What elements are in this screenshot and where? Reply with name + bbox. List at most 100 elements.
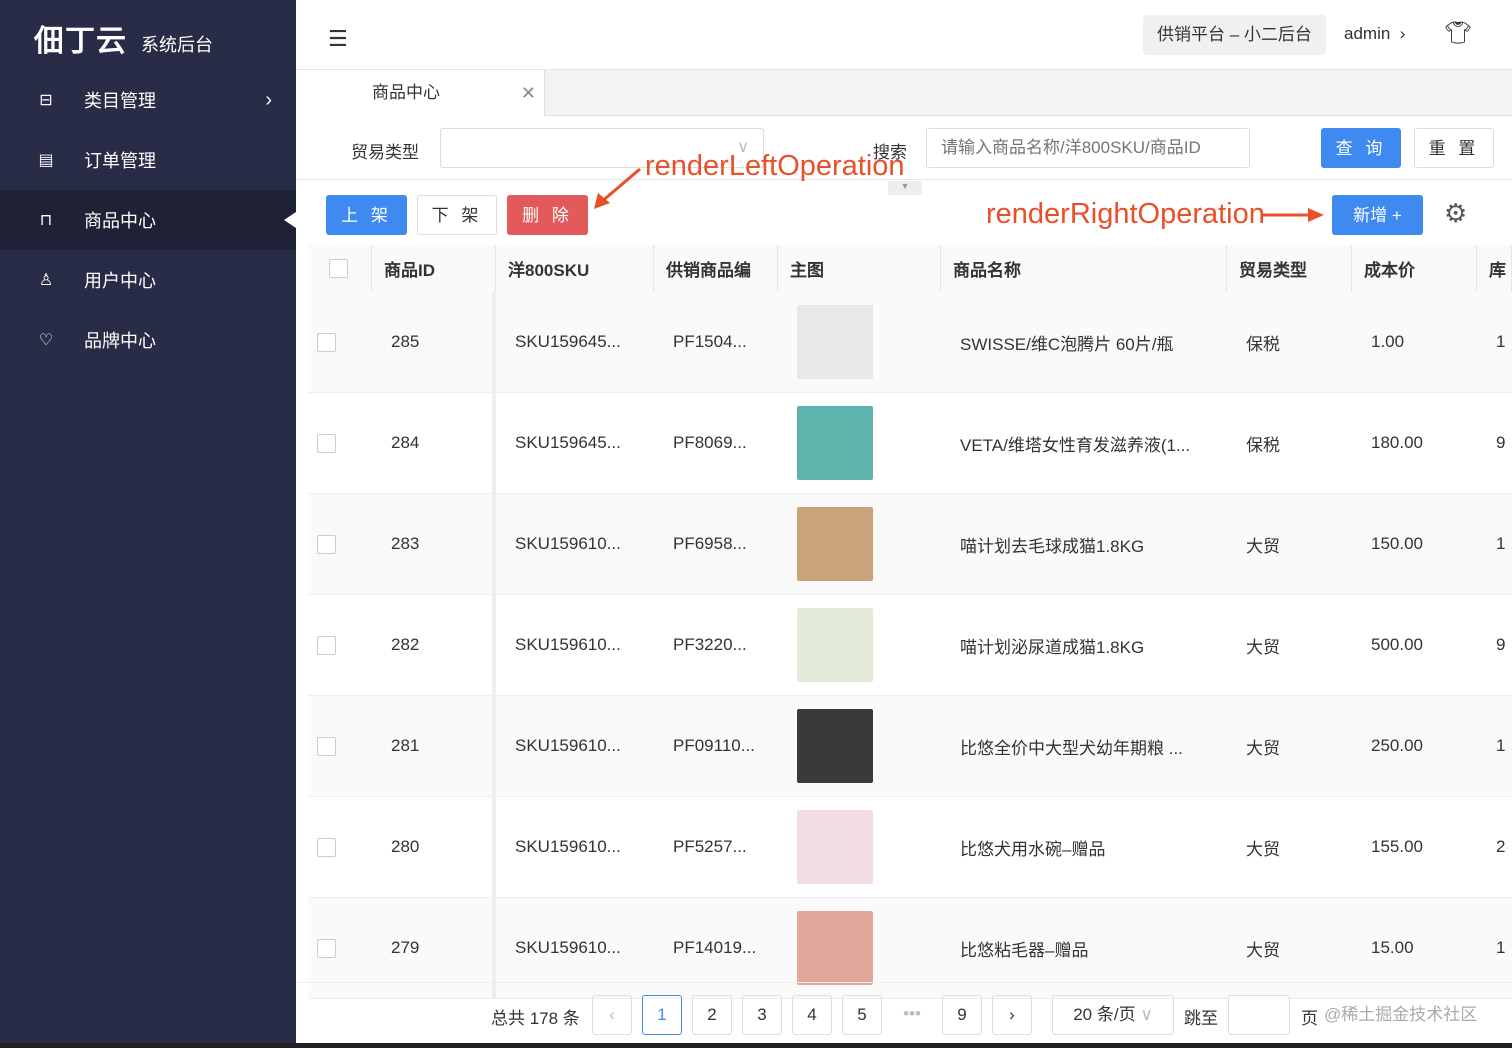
sidebar-item-products[interactable]: ⊓ 商品中心 [0, 190, 296, 250]
table-row[interactable]: 281 SKU159610... PF09110... 比悠全价中大型犬幼年期粮… [308, 696, 1512, 797]
product-sku: SKU159645... [515, 332, 621, 351]
platform-switch[interactable]: 供销平台 – 小二后台 [1143, 15, 1326, 55]
page-button[interactable]: 1 [642, 995, 682, 1035]
cost-price: 1.00 [1371, 332, 1405, 351]
product-name: 比悠犬用水碗–赠品 [960, 839, 1106, 859]
row-select [308, 393, 372, 493]
prev-page-button[interactable]: ‹ [592, 995, 632, 1035]
tab-label: 商品中心 [372, 83, 440, 102]
sidebar-item-orders[interactable]: ▤ 订单管理 [0, 130, 296, 190]
header-cell[interactable]: 商品ID [372, 245, 496, 292]
product-sku: SKU159645... [515, 433, 621, 452]
header-cell[interactable]: 供销商品编 [654, 245, 778, 292]
product-image[interactable] [797, 305, 873, 379]
product-image[interactable] [797, 709, 873, 783]
sidebar-item-users[interactable]: ♙ 用户中心 [0, 250, 296, 310]
skin-icon[interactable]: 👕︎ [1444, 20, 1472, 46]
page-size-value: 20 条/页 [1073, 1005, 1136, 1024]
menu-fold-icon[interactable]: ☰ [328, 26, 348, 52]
gear-icon[interactable]: ⚙ [1444, 198, 1467, 229]
page-button[interactable]: 4 [792, 995, 832, 1035]
close-icon[interactable]: ✕ [521, 70, 536, 116]
product-id: 280 [372, 797, 496, 897]
cost-price: 500.00 [1371, 635, 1423, 654]
tab-products[interactable]: 商品中心 ✕ [296, 70, 545, 116]
row-checkbox[interactable] [317, 534, 336, 554]
product-name: 喵计划去毛球成猫1.8KG [960, 536, 1145, 556]
header-cell[interactable]: 成本价 [1352, 245, 1477, 292]
clipboard-icon: ▤ [38, 152, 54, 169]
list-off-button[interactable]: 下 架 [417, 195, 497, 235]
page-button[interactable]: 2 [692, 995, 732, 1035]
header-cell[interactable]: 贸易类型 [1227, 245, 1352, 292]
cost-price: 150.00 [1371, 534, 1423, 553]
table-body: 285 SKU159645... PF1504... SWISSE/维C泡腾片 … [308, 292, 1512, 999]
delete-button[interactable]: 删 除 [507, 195, 588, 235]
main-image-cell [778, 797, 941, 897]
main-image-cell [778, 393, 941, 493]
product-image[interactable] [797, 810, 873, 884]
header-cell[interactable]: 主图 [778, 245, 941, 292]
jump-label: 跳至 [1184, 1009, 1218, 1028]
add-button[interactable]: 新增 + [1332, 195, 1423, 235]
table-row[interactable]: 283 SKU159610... PF6958... 喵计划去毛球成猫1.8KG… [308, 494, 1512, 595]
more-pages[interactable]: ••• [892, 995, 932, 1035]
page-size-select[interactable]: 20 条/页 ∨ [1052, 995, 1174, 1035]
user-menu[interactable]: admin › [1344, 24, 1405, 44]
supply-code: PF1504... [673, 332, 747, 351]
next-page-button[interactable]: › [992, 995, 1032, 1035]
table-row[interactable]: 284 SKU159645... PF8069... VETA/维塔女性育发滋养… [308, 393, 1512, 494]
header-cell[interactable]: 库 [1477, 245, 1512, 292]
row-checkbox[interactable] [317, 837, 336, 857]
chevron-right-icon: › [265, 88, 272, 111]
list-on-button[interactable]: 上 架 [326, 195, 407, 235]
row-checkbox[interactable] [317, 938, 336, 958]
collapse-toggle[interactable]: ▼ [888, 181, 922, 195]
page-button[interactable]: 3 [742, 995, 782, 1035]
row-checkbox[interactable] [317, 332, 336, 352]
row-checkbox[interactable] [317, 736, 336, 756]
product-sku: SKU159610... [515, 635, 621, 654]
product-name: 比悠全价中大型犬幼年期粮 ... [960, 738, 1183, 758]
search-input[interactable] [926, 128, 1250, 168]
logo-mark: 佃丁云 [34, 25, 127, 58]
product-sku: SKU159610... [515, 837, 621, 856]
stock: 1 [1496, 332, 1506, 351]
row-checkbox[interactable] [317, 635, 336, 655]
logo: 佃丁云 系统后台 [34, 16, 213, 60]
query-button[interactable]: 查 询 [1321, 128, 1401, 168]
trade-type: 保税 [1246, 334, 1280, 354]
jump-input[interactable] [1228, 995, 1290, 1035]
sidebar-item-brands[interactable]: ♡ 品牌中心 [0, 310, 296, 370]
supply-code: PF5257... [673, 837, 747, 856]
product-image[interactable] [797, 507, 873, 581]
product-name: 喵计划泌尿道成猫1.8KG [960, 637, 1145, 657]
product-image[interactable] [797, 406, 873, 480]
product-image[interactable] [797, 608, 873, 682]
table-header: 商品ID 洋800SKU 供销商品编 主图 商品名称 贸易类型 成本价 库 [308, 245, 1512, 292]
page-suffix: 页 [1301, 1009, 1318, 1028]
sidebar-item-category[interactable]: ⊟ 类目管理 › [0, 70, 296, 130]
reset-button[interactable]: 重 置 [1414, 128, 1494, 168]
chevron-down-icon: ∨ [1140, 1005, 1153, 1024]
select-all-checkbox[interactable] [329, 259, 348, 278]
table-row[interactable]: 282 SKU159610... PF3220... 喵计划泌尿道成猫1.8KG… [308, 595, 1512, 696]
header-cell[interactable]: 商品名称 [941, 245, 1227, 292]
product-id: 282 [372, 595, 496, 695]
annotation-arrow-icon [1262, 208, 1324, 222]
page-button[interactable]: 9 [942, 995, 982, 1035]
row-select [308, 696, 372, 796]
product-sku: SKU159610... [515, 736, 621, 755]
stock: 1 [1496, 736, 1506, 755]
table-row[interactable]: 280 SKU159610... PF5257... 比悠犬用水碗–赠品 大贸 … [308, 797, 1512, 898]
supply-code: PF3220... [673, 635, 747, 654]
product-image[interactable] [797, 911, 873, 985]
header-cell[interactable]: 洋800SKU [496, 245, 654, 292]
product-id: 283 [372, 494, 496, 594]
trade-type: 保税 [1246, 435, 1280, 455]
row-checkbox[interactable] [317, 433, 336, 453]
table-row[interactable]: 285 SKU159645... PF1504... SWISSE/维C泡腾片 … [308, 292, 1512, 393]
user-icon: ♙ [38, 272, 54, 289]
stock: 1 [1496, 534, 1506, 553]
page-button[interactable]: 5 [842, 995, 882, 1035]
